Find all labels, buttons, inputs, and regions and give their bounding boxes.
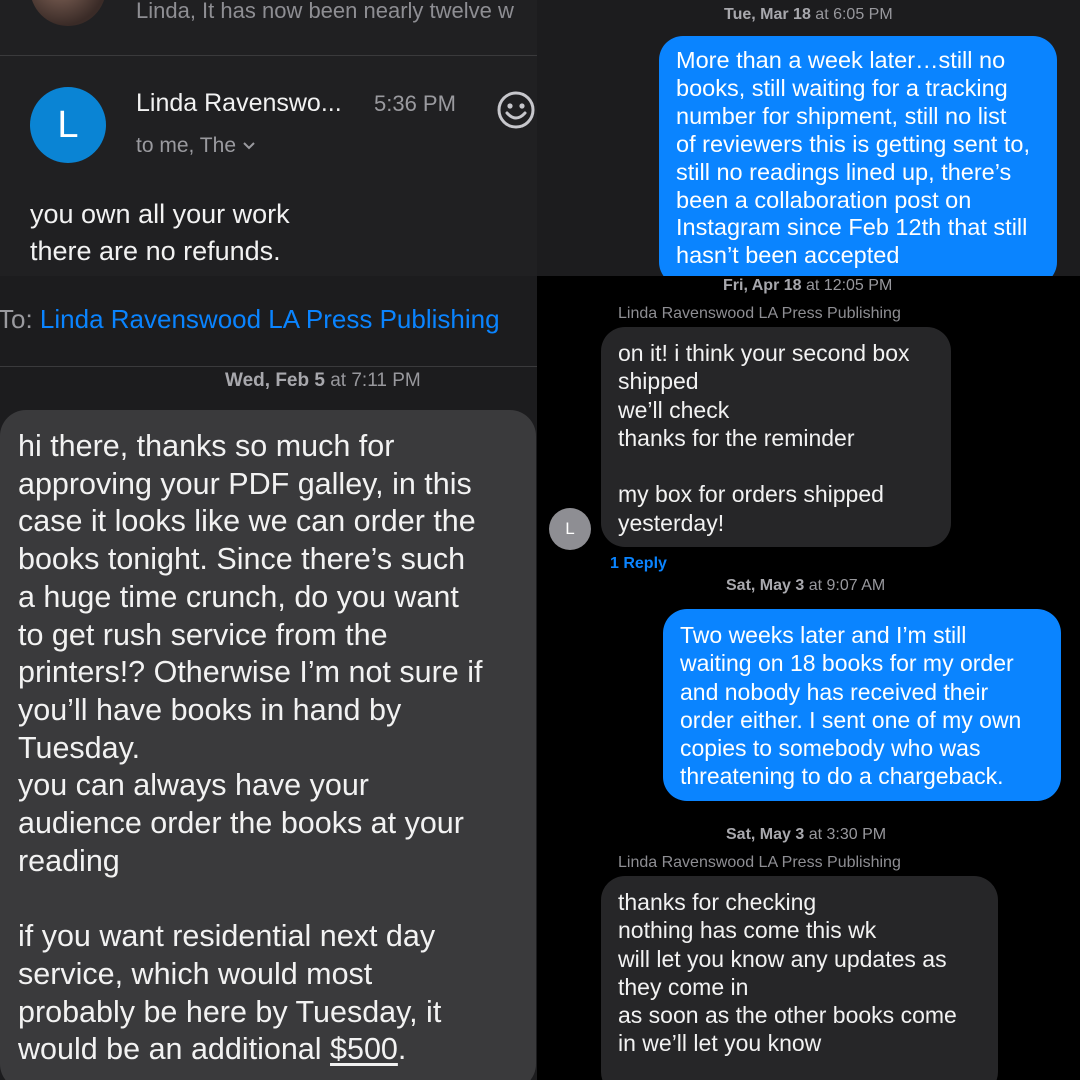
email-sender-name[interactable]: Linda Ravenswo... — [136, 89, 342, 118]
timestamp-time: at 6:05 PM — [815, 6, 893, 23]
timestamp-time: at 9:07 AM — [808, 577, 886, 594]
recipient-line[interactable]: To: Linda Ravenswood LA Press Publishing — [0, 304, 500, 335]
message-line: we’ll check — [618, 396, 730, 423]
timestamp-day: Sat, May 3 — [726, 826, 805, 843]
message-timestamp: Fri, Apr 18 at 12:05 PM — [723, 277, 892, 295]
message-line: still no readings lined up, there’s — [676, 158, 1012, 185]
sent-message-bubble[interactable]: Two weeks later and I’m still waiting on… — [663, 609, 1061, 801]
message-line: Tuesday. — [18, 730, 141, 765]
received-message-bubble[interactable]: thanks for checking nothing has come thi… — [601, 876, 998, 1080]
message-line: hasn’t been accepted — [676, 242, 900, 269]
to-label: To: — [0, 304, 33, 334]
email-panel: Linda, It has now been nearly twelve w L… — [0, 0, 537, 276]
message-line: of reviewers this is getting sent to, — [676, 130, 1030, 157]
message-line: books, still waiting for a tracking — [676, 74, 1008, 101]
message-line: to get rush service from the — [18, 617, 388, 652]
timestamp-day: Fri, Apr 18 — [723, 277, 802, 294]
received-message-bubble[interactable]: hi there, thanks so much for approving y… — [0, 410, 536, 1080]
message-line: Two weeks later and I’m still — [680, 622, 967, 648]
message-line: on it! i think your second box — [618, 340, 910, 366]
message-line: if you want residential next day — [18, 919, 436, 954]
previous-email-avatar[interactable] — [30, 0, 106, 26]
message-thread-left: To: Linda Ravenswood LA Press Publishing… — [0, 276, 537, 1080]
add-reaction-icon[interactable] — [496, 90, 536, 130]
chevron-down-icon — [243, 142, 255, 150]
email-divider — [0, 55, 537, 56]
timestamp-day: Wed, Feb 5 — [225, 370, 325, 391]
message-line: reading — [18, 843, 120, 878]
sent-message-bubble[interactable]: More than a week later…still no books, s… — [659, 36, 1057, 276]
message-line: More than a week later…still no — [676, 47, 1006, 73]
sender-name: Linda Ravenswood LA Press Publishing — [618, 854, 901, 871]
message-line: number for shipment, still no list — [676, 102, 1007, 129]
message-line: probably be here by Tuesday, it — [18, 994, 442, 1029]
timestamp-day: Sat, May 3 — [726, 577, 805, 594]
imessage-top-panel: Tue, Mar 18 at 6:05 PM More than a week … — [537, 0, 1080, 276]
message-line: hi there, thanks so much for — [18, 429, 395, 463]
message-line: nothing has come this wk — [618, 917, 877, 944]
email-body-line: you own all your work — [30, 199, 290, 229]
message-line: they come in — [618, 973, 749, 1000]
message-line: books tonight. Since there’s such — [18, 542, 466, 577]
message-line: been a collaboration post on — [676, 186, 972, 213]
message-line-last: would be an additional $500. — [18, 1031, 518, 1069]
message-line: approving your PDF galley, in this — [18, 466, 472, 501]
message-line: a huge time crunch, do you want — [18, 579, 459, 614]
email-recipients[interactable]: to me, The — [136, 134, 256, 158]
message-line: Instagram since Feb 12th that still — [676, 214, 1028, 241]
email-body-line: there are no refunds. — [30, 236, 281, 266]
message-timestamp: Wed, Feb 5 at 7:11 PM — [225, 370, 421, 392]
message-line: in we’ll let you know — [618, 1030, 822, 1057]
message-line: as soon as the other books come — [618, 1002, 957, 1029]
message-line: shipped — [618, 368, 699, 395]
message-line: and nobody has received their — [680, 678, 989, 705]
message-thread-right: Fri, Apr 18 at 12:05 PM Linda Ravenswood… — [537, 276, 1080, 1080]
previous-email-snippet[interactable]: Linda, It has now been nearly twelve w — [136, 0, 514, 24]
sender-avatar[interactable]: L — [30, 87, 106, 163]
message-timestamp: Tue, Mar 18 at 6:05 PM — [724, 6, 893, 24]
email-time: 5:36 PM — [374, 91, 456, 116]
timestamp-day: Tue, Mar 18 — [724, 6, 811, 23]
message-line: printers!? Otherwise I’m not sure if — [18, 655, 483, 690]
email-body: you own all your work there are no refun… — [30, 196, 290, 270]
message-line: yesterday! — [618, 509, 725, 536]
message-timestamp: Sat, May 3 at 3:30 PM — [726, 826, 886, 844]
reply-thread-link[interactable]: 1 Reply — [610, 555, 667, 573]
timestamp-time: at 3:30 PM — [808, 826, 887, 843]
message-line: order either. I sent one of my own — [680, 706, 1022, 733]
message-text: would be an additional — [18, 1032, 331, 1067]
message-line: copies to somebody who was — [680, 735, 981, 762]
sender-name: Linda Ravenswood LA Press Publishing — [618, 305, 901, 322]
email-recipients-text: to me, The — [136, 134, 236, 157]
timestamp-time: at 12:05 PM — [806, 277, 893, 294]
message-line: will let you know any updates as — [618, 945, 947, 972]
message-line: service, which would most — [18, 956, 373, 991]
message-line: waiting on 18 books for my order — [680, 650, 1014, 677]
received-message-bubble[interactable]: on it! i think your second box shipped w… — [601, 327, 951, 547]
message-line: thanks for the reminder — [618, 424, 855, 451]
message-line: case it looks like we can order the — [18, 504, 476, 539]
sender-avatar[interactable]: L — [549, 508, 591, 550]
message-line: my box for orders shipped — [618, 481, 884, 508]
header-divider — [0, 366, 537, 367]
message-line: threatening to do a chargeback. — [680, 763, 1004, 790]
message-timestamp: Sat, May 3 at 9:07 AM — [726, 577, 885, 595]
timestamp-time: at 7:11 PM — [330, 370, 421, 391]
message-line: audience order the books at your — [18, 806, 464, 841]
price-link[interactable]: $500 — [330, 1032, 398, 1066]
recipient-name[interactable]: Linda Ravenswood LA Press Publishing — [40, 304, 500, 334]
message-line: you can always have your — [18, 768, 369, 803]
message-line: thanks for checking — [618, 889, 817, 915]
message-text: . — [397, 1032, 407, 1067]
message-line: you’ll have books in hand by — [18, 692, 402, 727]
